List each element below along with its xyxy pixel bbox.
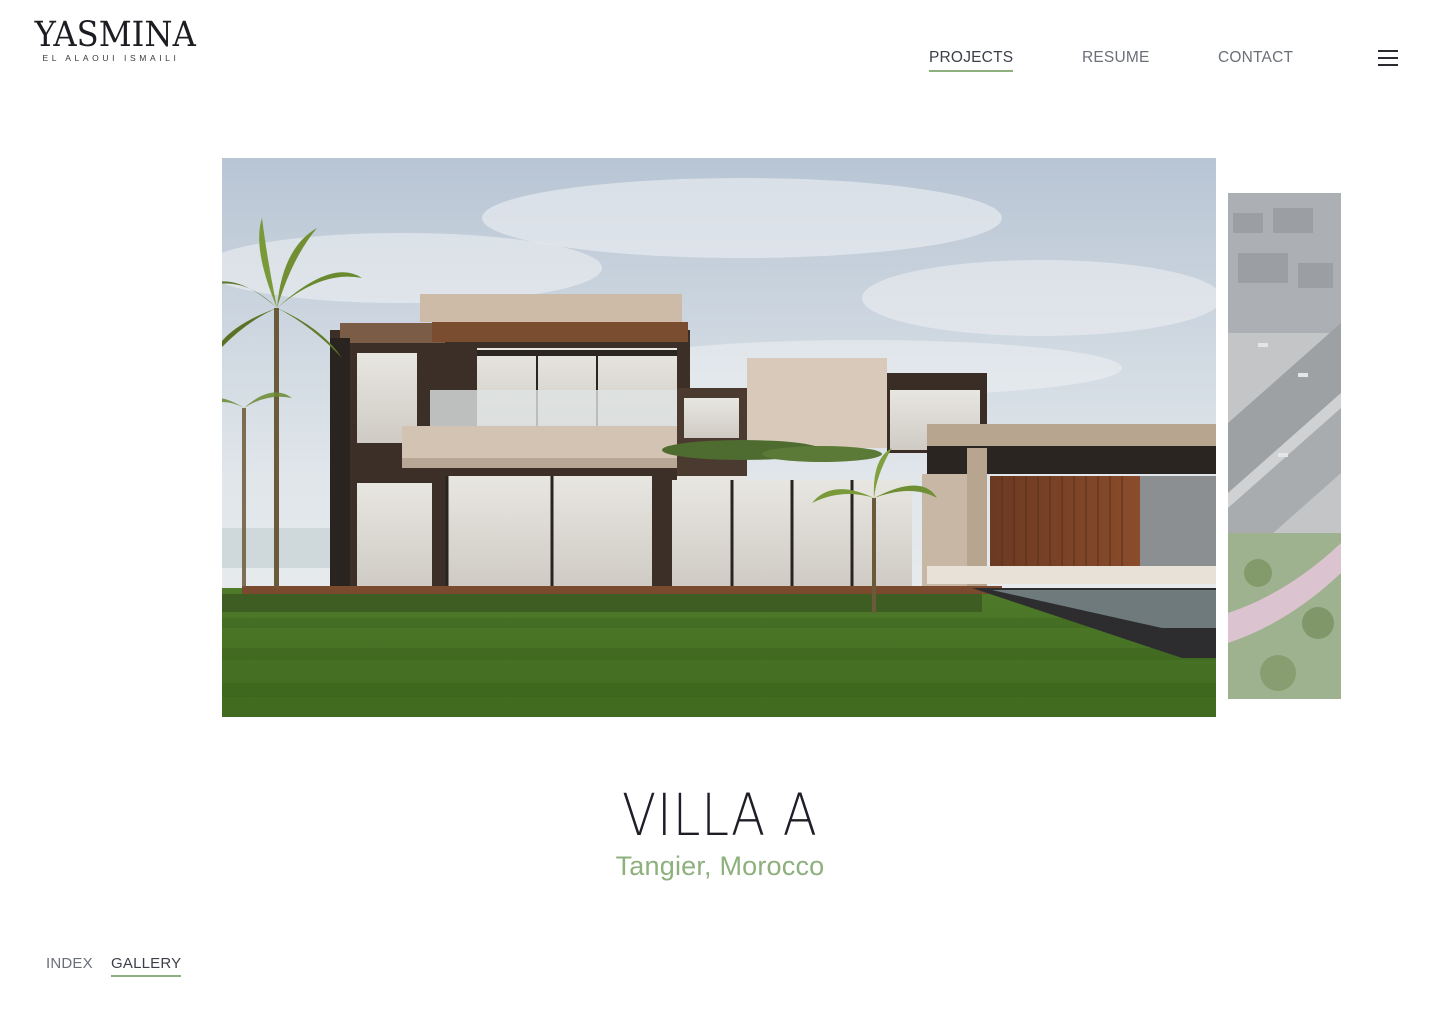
- tab-gallery[interactable]: GALLERY: [111, 955, 182, 977]
- project-title: VILLA A: [622, 781, 818, 849]
- project-location: Tangier, Morocco: [615, 851, 825, 881]
- tab-index[interactable]: INDEX: [46, 955, 93, 975]
- hamburger-menu-icon[interactable]: [1378, 50, 1398, 66]
- page: YASMINA EL ALAOUI ISMAILI PROJECTS RESUM…: [0, 0, 1440, 1024]
- nav-projects[interactable]: PROJECTS: [929, 49, 1014, 72]
- nav-resume[interactable]: RESUME: [1082, 49, 1150, 70]
- nav-contact[interactable]: CONTACT: [1218, 49, 1293, 70]
- site-logo[interactable]: YASMINA EL ALAOUI ISMAILI: [28, 15, 196, 63]
- project-image-next[interactable]: [1228, 193, 1341, 699]
- project-image-villa[interactable]: [222, 158, 1216, 717]
- logo-name: YASMINA: [34, 15, 196, 55]
